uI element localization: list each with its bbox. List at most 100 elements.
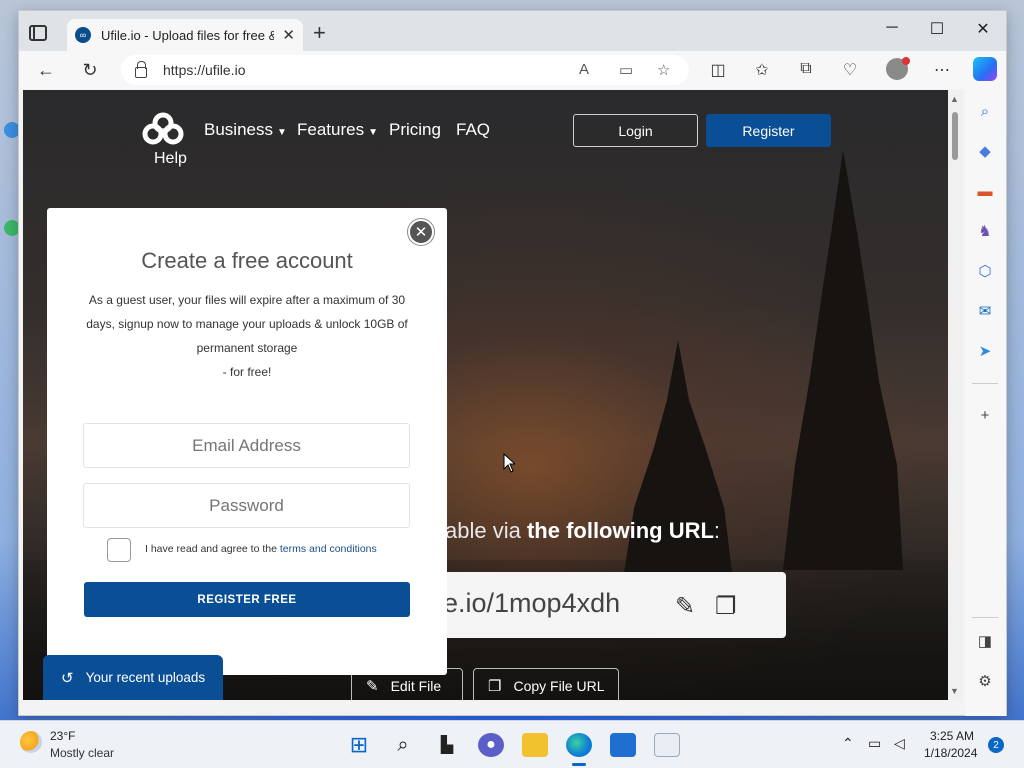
back-icon[interactable]: ← (35, 59, 57, 81)
clock-time[interactable]: 3:25 AM (930, 729, 974, 743)
modal-title: Create a free account (141, 248, 353, 273)
password-field[interactable] (83, 483, 410, 528)
file-explorer-icon[interactable] (522, 733, 548, 757)
refresh-icon[interactable]: ↻ (79, 59, 101, 81)
more-menu-icon[interactable]: ⋯ (931, 60, 953, 80)
scroll-thumb[interactable] (952, 112, 958, 160)
browser-essentials-icon[interactable]: ♡ (839, 60, 861, 80)
edge-icon[interactable] (566, 733, 592, 757)
file-url-box: le.io/1mop4xdh ✎ ❐ (423, 572, 786, 638)
task-view-icon[interactable]: ▙ (434, 733, 460, 757)
recent-uploads-button[interactable]: ↺ Your recent uploads (43, 655, 223, 700)
weather-icon[interactable] (20, 731, 42, 753)
app-window-icon[interactable] (654, 733, 680, 757)
drop-icon[interactable]: ➤ (975, 341, 995, 361)
notification-badge[interactable]: 2 (988, 737, 1004, 753)
web-page: Help Business ▼ Features ▼ Pricing FAQ Log… (23, 90, 948, 700)
tools-icon[interactable]: ▬ (975, 181, 995, 201)
copilot-icon[interactable] (973, 57, 997, 81)
start-icon[interactable]: ⊞ (346, 732, 372, 757)
modal-description-tail: - for free! (222, 365, 272, 379)
url-caption-suffix: : (713, 518, 721, 543)
help-link[interactable]: Help (154, 150, 187, 168)
tab-actions-icon[interactable] (29, 25, 47, 41)
network-icon[interactable]: ▭ (868, 735, 881, 752)
sidebar-divider (972, 383, 998, 384)
nav-features[interactable]: Features ▼ (297, 120, 378, 140)
search-icon[interactable]: ⌕ (390, 733, 416, 757)
sidebar-divider (972, 617, 998, 618)
microsoft365-icon[interactable]: ⬡ (975, 261, 995, 281)
new-tab-icon[interactable]: + (313, 22, 326, 44)
edit-file-label: Edit File (390, 678, 442, 694)
nav-pricing[interactable]: Pricing (389, 120, 441, 140)
history-icon: ↺ (61, 669, 74, 687)
ufile-logo-icon[interactable] (140, 112, 186, 148)
terms-agreement-text: I have read and agree to the (145, 543, 280, 555)
email-field[interactable] (83, 423, 410, 468)
ufile-favicon-icon: ∞ (75, 27, 91, 43)
weather-description[interactable]: Mostly clear (50, 746, 114, 760)
url-caption-bold: the following URL (526, 518, 714, 543)
browser-toolbar: ← ↻ https://ufile.io A ▭ ☆ ◫ ✩ ⧉ ♡ ⋯ (19, 51, 1006, 89)
weather-temperature[interactable]: 23°F (50, 729, 75, 743)
shopping-tag-icon[interactable]: ◆ (975, 141, 995, 161)
collections-icon[interactable]: ⧉ (795, 60, 817, 78)
add-sidebar-app-icon[interactable]: + (975, 405, 995, 425)
tray-chevron-up-icon[interactable]: ⌃ (842, 735, 854, 752)
terms-agreement: I have read and agree to the terms and c… (145, 543, 377, 555)
chat-icon[interactable]: ● (478, 733, 504, 757)
volume-icon[interactable]: ◁ (894, 735, 905, 752)
edge-sidebar: ⌕ ◆ ▬ ♞ ⬡ ✉ ➤ + ◨ ⚙ (965, 89, 1006, 716)
browser-window: ∞ Ufile.io - Upload files for free & s ✕… (18, 10, 1007, 716)
tab-title: Ufile.io - Upload files for free & s (100, 27, 275, 43)
register-button[interactable]: Register (706, 114, 831, 147)
taskbar: 23°F Mostly clear ⊞ ⌕ ▙ ● ⌃ ▭ ◁ 3:25 AM … (0, 720, 1024, 768)
hide-sidebar-icon[interactable]: ◨ (975, 631, 995, 651)
minimize-icon[interactable]: ─ (877, 19, 907, 37)
favorite-star-icon[interactable]: ☆ (657, 61, 670, 79)
terms-checkbox[interactable] (107, 538, 131, 562)
split-screen-icon[interactable]: ◫ (707, 60, 729, 80)
sidebar-settings-icon[interactable]: ⚙ (975, 671, 995, 691)
url-caption: ailable via the following URL: (423, 518, 720, 544)
nav-business-label: Business (204, 120, 273, 139)
edit-icon[interactable]: ✎ (675, 592, 695, 621)
profile-avatar[interactable] (886, 57, 910, 80)
scroll-down-icon[interactable]: ▼ (950, 686, 959, 696)
tree-silhouette (783, 150, 903, 570)
copy-file-url-label: Copy File URL (513, 678, 605, 694)
register-free-button[interactable]: REGISTER FREE (84, 582, 410, 617)
file-url-text[interactable]: le.io/1mop4xdh (437, 588, 620, 619)
store-icon[interactable] (610, 733, 636, 757)
nav-business[interactable]: Business ▼ (204, 120, 287, 140)
terms-link[interactable]: terms and conditions (280, 543, 377, 555)
active-app-indicator (572, 763, 586, 766)
modal-description: As a guest user, your files will expire … (81, 288, 413, 384)
scroll-up-icon[interactable]: ▲ (950, 94, 959, 104)
window-close-icon[interactable]: ✕ (968, 19, 998, 39)
lock-icon[interactable] (135, 60, 147, 78)
address-text[interactable]: https://ufile.io (163, 62, 246, 78)
favorites-icon[interactable]: ✩ (751, 60, 773, 80)
login-button[interactable]: Login (573, 114, 698, 147)
address-bar[interactable]: https://ufile.io A ▭ ☆ (121, 55, 689, 85)
maximize-icon[interactable]: ☐ (922, 19, 952, 39)
chevron-down-icon: ▼ (368, 127, 378, 138)
games-icon[interactable]: ♞ (975, 221, 995, 241)
close-icon[interactable]: ✕ (408, 219, 434, 245)
copy-icon: ❐ (488, 678, 502, 695)
signup-modal: ✕ Create a free account As a guest user,… (47, 208, 447, 675)
nav-faq[interactable]: FAQ (456, 120, 490, 140)
tab-strip: ∞ Ufile.io - Upload files for free & s ✕… (19, 11, 1006, 51)
read-aloud-icon[interactable]: A (579, 61, 589, 78)
search-icon[interactable]: ⌕ (975, 101, 995, 121)
outlook-icon[interactable]: ✉ (975, 301, 995, 321)
clock-date[interactable]: 1/18/2024 (924, 746, 977, 760)
page-scrollbar[interactable]: ▲ ▼ (948, 90, 962, 700)
immersive-reader-icon[interactable]: ▭ (619, 61, 633, 79)
copy-file-url-button[interactable]: ❐ Copy File URL (473, 668, 619, 700)
tab-close-icon[interactable]: ✕ (282, 26, 295, 44)
browser-tab[interactable]: ∞ Ufile.io - Upload files for free & s ✕ (67, 19, 303, 51)
copy-icon[interactable]: ❐ (715, 592, 737, 621)
